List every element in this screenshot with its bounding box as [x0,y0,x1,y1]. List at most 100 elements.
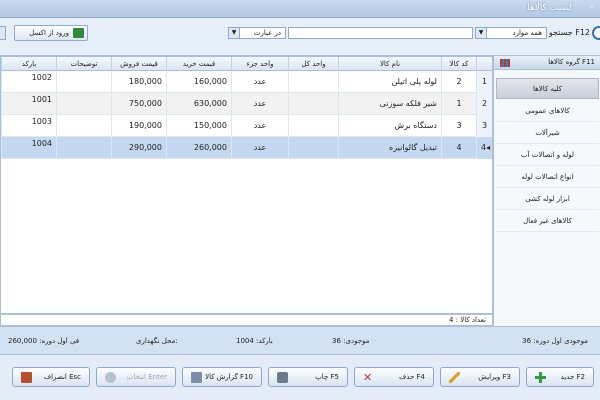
status-opening-price: فی اول دوره: 260,000 [8,337,80,345]
group-header: گروه کالاها F11 [494,56,600,70]
chevron-down-icon[interactable]: ▼ [229,28,240,38]
cell-barcode: 1003 [1,115,56,137]
edit-button-label: ویرایش F3 [478,373,511,381]
header-code[interactable]: کد کالا [441,57,476,71]
search-field-select[interactable]: ▼ همه موارد [475,27,547,39]
cell-sell-price: 290,000 [111,137,166,159]
status-storage: محل نگهداری: [136,337,178,345]
cell-barcode: 1001 [1,93,56,115]
delete-button-label: حذف F4 [399,373,425,381]
print-button[interactable]: چاپ F5 [268,367,348,387]
report-button[interactable]: گزارش کالا F10 [182,367,262,387]
cell-unit-part: عدد [231,71,288,93]
new-button[interactable]: جدید F2 [526,367,594,387]
goods-table: بارکد توضیحات قیمت فروش قیمت خرید واحد ج… [0,56,493,314]
table-row[interactable]: 1003 190,000 150,000 عدد دستگاه برش 3 3 [1,115,492,137]
minimize-icon[interactable]: – [590,2,595,12]
cell-description [56,93,111,115]
sidebar-item-tools[interactable]: ابزار لوله کشی [496,189,599,210]
status-opening-stock: موجودی اول دوره: 36 [522,337,588,345]
cell-unit-whole [288,93,338,115]
cell-index: 2 [476,93,492,115]
header-sell-price[interactable]: قیمت فروش [111,57,166,71]
search-icon[interactable] [592,26,600,40]
cell-index: 4◂ [476,137,492,159]
cell-code: 1 [441,93,476,115]
cell-name: دستگاه برش [338,115,441,137]
print-button-label: چاپ F5 [315,373,339,381]
group-sidebar: گروه کالاها F11 کلیه کالاها کالاهای عموم… [493,56,600,326]
cell-sell-price: 180,000 [111,71,166,93]
table-row[interactable]: 1002 180,000 160,000 عدد لوله پلی اتیلن … [1,71,492,93]
report-button-label: گزارش کالا F10 [205,373,253,381]
search-field-value: همه موارد [512,29,542,37]
header-unit-part[interactable]: واحد جزء [231,57,288,71]
toolbar-overflow-button[interactable] [0,26,6,40]
window-title: لیست کالاها [527,3,572,13]
printer-icon [277,372,288,383]
plus-icon [535,372,546,383]
delete-x-icon: ✕ [363,371,373,384]
header-barcode[interactable]: بارکد [1,57,56,71]
sidebar-item-all[interactable]: کلیه کالاها [496,78,599,99]
cell-buy-price: 630,000 [166,93,231,115]
cell-sell-price: 190,000 [111,115,166,137]
search-toolbar: جستجو F12 ▼ همه موارد ▼ در عبارت ورود از… [0,18,600,56]
cell-unit-part: عدد [231,137,288,159]
cell-code: 2 [441,71,476,93]
import-excel-button[interactable]: ورود از اکسل [14,25,88,41]
status-barcode: بارکد: 1004 [236,337,273,345]
cell-name: لوله پلی اتیلن [338,71,441,93]
header-description[interactable]: توضیحات [56,57,111,71]
cell-name: شیر فلکه سوزنی [338,93,441,115]
header-name[interactable]: نام کالا [338,57,441,71]
import-excel-label: ورود از اکسل [29,29,69,37]
sidebar-item-pipes[interactable]: لوله و اتصالات آب [496,145,599,166]
cell-name: تبدیل گالوانیزه [338,137,441,159]
table-row-selected[interactable]: 1004 290,000 260,000 عدد تبدیل گالوانیزه… [1,137,492,159]
action-footer: جدید F2 ویرایش F3 ✕ حذف F4 چاپ F5 گزارش … [0,354,600,400]
cell-unit-part: عدد [231,115,288,137]
sidebar-item-general[interactable]: کالاهای عمومی [496,101,599,122]
cell-barcode: 1002 [1,71,56,93]
table-header: بارکد توضیحات قیمت فروش قیمت خرید واحد ج… [1,57,492,71]
select-button-label: انتخاب Enter [126,373,167,381]
search-label: جستجو F12 [548,28,590,37]
detail-status-bar: موجودی اول دوره: 36 موجودی: 36 بارکد: 10… [0,326,600,354]
cell-description [56,115,111,137]
select-button[interactable]: انتخاب Enter [96,367,176,387]
cell-unit-whole [288,71,338,93]
edit-button[interactable]: ویرایش F3 [440,367,520,387]
cell-barcode: 1004 [1,137,56,159]
sidebar-item-inactive[interactable]: کالاهای غیر فعال [496,211,599,232]
cell-description [56,71,111,93]
select-icon [105,372,116,383]
sidebar-item-valves[interactable]: شیرآلات [496,123,599,144]
cell-description [56,137,111,159]
sidebar-item-fittings[interactable]: انواع اتصالات لوله [496,167,599,188]
report-icon [191,372,202,383]
grid-icon [500,59,510,67]
chevron-down-icon[interactable]: ▼ [476,28,487,38]
header-buy-price[interactable]: قیمت خرید [166,57,231,71]
new-button-label: جدید F2 [560,373,585,381]
cell-code: 4 [441,137,476,159]
cell-buy-price: 150,000 [166,115,231,137]
cell-code: 3 [441,115,476,137]
cell-unit-whole [288,137,338,159]
group-header-label: گروه کالاها F11 [548,58,595,66]
search-mode-value: در عبارت [253,29,281,37]
cell-unit-whole [288,115,338,137]
cell-index: 3 [476,115,492,137]
table-row[interactable]: 1001 750,000 630,000 عدد شیر فلکه سوزنی … [1,93,492,115]
delete-button[interactable]: ✕ حذف F4 [354,367,434,387]
search-input[interactable] [288,27,473,39]
header-unit-whole[interactable]: واحد کل [288,57,338,71]
pencil-icon [449,372,460,383]
exit-icon [21,372,32,383]
cancel-button[interactable]: انصراف Esc [12,367,90,387]
item-count-bar: تعداد کالا : 4 [0,314,493,326]
search-mode-select[interactable]: ▼ در عبارت [228,27,286,39]
cell-sell-price: 750,000 [111,93,166,115]
excel-icon [73,28,84,38]
